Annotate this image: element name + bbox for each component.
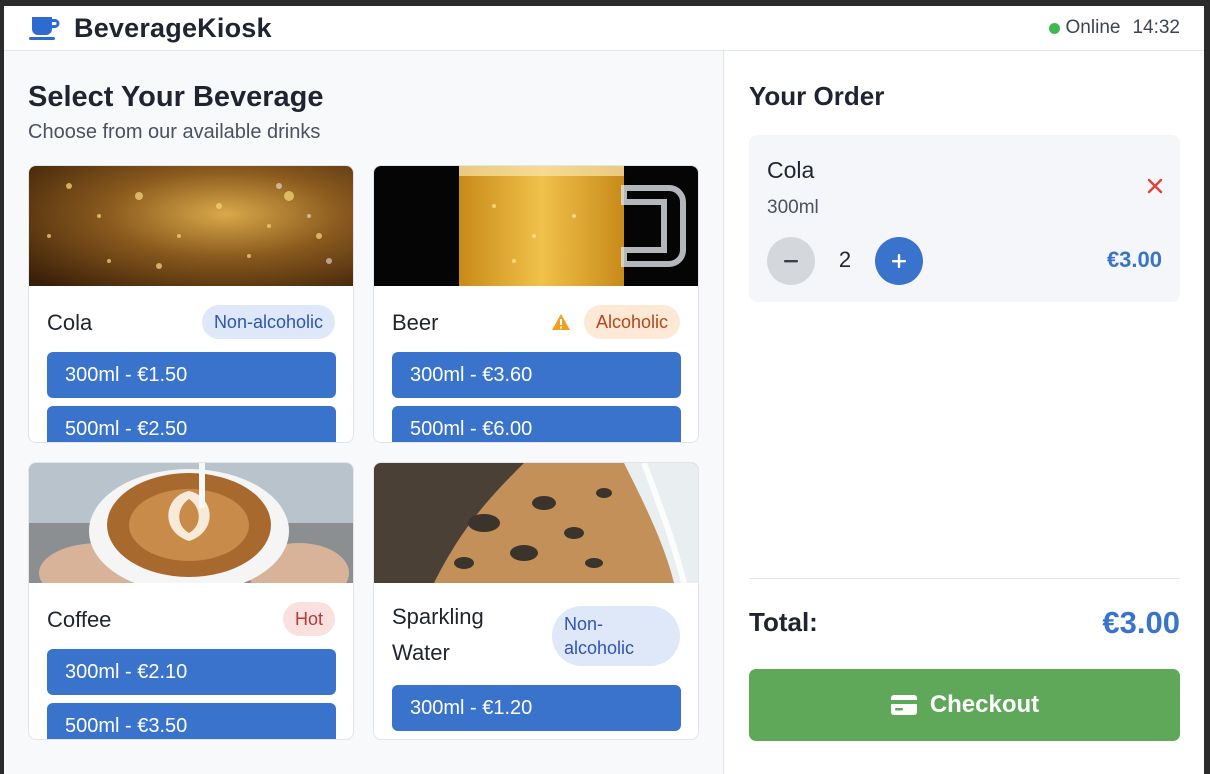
alcoholic-badge: Alcoholic (583, 305, 680, 339)
order-item: Cola 300ml 2 €3.00 (749, 135, 1180, 302)
online-indicator-icon (1048, 22, 1060, 34)
beer-image (374, 166, 698, 286)
hot-badge: Hot (282, 602, 335, 636)
decrease-quantity-button[interactable] (767, 237, 815, 285)
beverage-name: Coffee (47, 607, 112, 632)
beverage-card-coffee: Coffee Hot 300ml - €2.10 500ml - €3.50 (28, 462, 354, 740)
order-item-name: Cola (767, 157, 815, 183)
order-item-price: €3.00 (1106, 247, 1162, 272)
minus-icon (784, 260, 798, 263)
add-cola-300ml-button[interactable]: 300ml - €1.50 (47, 352, 336, 398)
total-label: Total: (749, 607, 818, 637)
non-alcoholic-badge: Non-alcoholic (552, 606, 680, 666)
add-cola-500ml-button[interactable]: 500ml - €2.50 (47, 406, 336, 442)
clock: 14:32 (1132, 17, 1180, 38)
page-subtitle: Choose from our available drinks (28, 121, 321, 143)
kiosk-window: BeverageKiosk Online 14:32 Select Your B… (4, 6, 1204, 774)
checkout-button[interactable]: Checkout (749, 669, 1180, 741)
order-item-size: 300ml (767, 197, 819, 218)
page-title: Select Your Beverage (28, 81, 324, 113)
beverage-name: Cola (47, 310, 93, 335)
add-coffee-300ml-button[interactable]: 300ml - €2.10 (47, 649, 336, 695)
add-sparkling-water-more-button[interactable] (392, 739, 681, 740)
order-title: Your Order (749, 81, 885, 111)
divider (749, 578, 1180, 579)
brand: BeverageKiosk (28, 13, 272, 44)
credit-card-icon (890, 695, 917, 715)
beverage-name: Sparkling Water (392, 604, 484, 665)
beverage-card-beer: Beer Alcoholic 300ml - €3.60 500ml - €6.… (373, 165, 699, 443)
close-icon[interactable] (1146, 177, 1164, 195)
app-title: BeverageKiosk (74, 12, 272, 43)
beverage-name: Beer (392, 310, 439, 335)
order-panel: Your Order Cola 300ml 2 €3.00 Total: €3.… (725, 51, 1204, 774)
app-header: BeverageKiosk Online 14:32 (4, 6, 1204, 51)
checkout-label: Checkout (929, 691, 1040, 718)
add-beer-300ml-button[interactable]: 300ml - €3.60 (392, 352, 681, 398)
beverage-menu: Select Your Beverage Choose from our ava… (4, 51, 724, 774)
connection-status: Online 14:32 (1048, 17, 1180, 39)
cola-image (29, 166, 353, 286)
add-coffee-500ml-button[interactable]: 500ml - €3.50 (47, 703, 336, 739)
add-beer-500ml-button[interactable]: 500ml - €6.00 (392, 406, 681, 442)
beverage-card-sparkling-water: Sparkling Water Non-alcoholic 300ml - €1… (373, 462, 699, 740)
status-text: Online (1065, 17, 1121, 38)
warning-triangle-icon (552, 314, 570, 330)
non-alcoholic-badge: Non-alcoholic (201, 305, 335, 339)
plus-icon (892, 254, 906, 268)
beverage-card-cola: Cola Non-alcoholic 300ml - €1.50 500ml -… (28, 165, 354, 443)
coffee-cup-icon (29, 17, 60, 40)
sparkling-water-image (374, 463, 698, 583)
increase-quantity-button[interactable] (875, 237, 923, 285)
coffee-image (29, 463, 353, 583)
total-value: €3.00 (1102, 605, 1180, 640)
quantity-value: 2 (838, 247, 852, 272)
add-sparkling-water-300ml-button[interactable]: 300ml - €1.20 (392, 685, 681, 731)
